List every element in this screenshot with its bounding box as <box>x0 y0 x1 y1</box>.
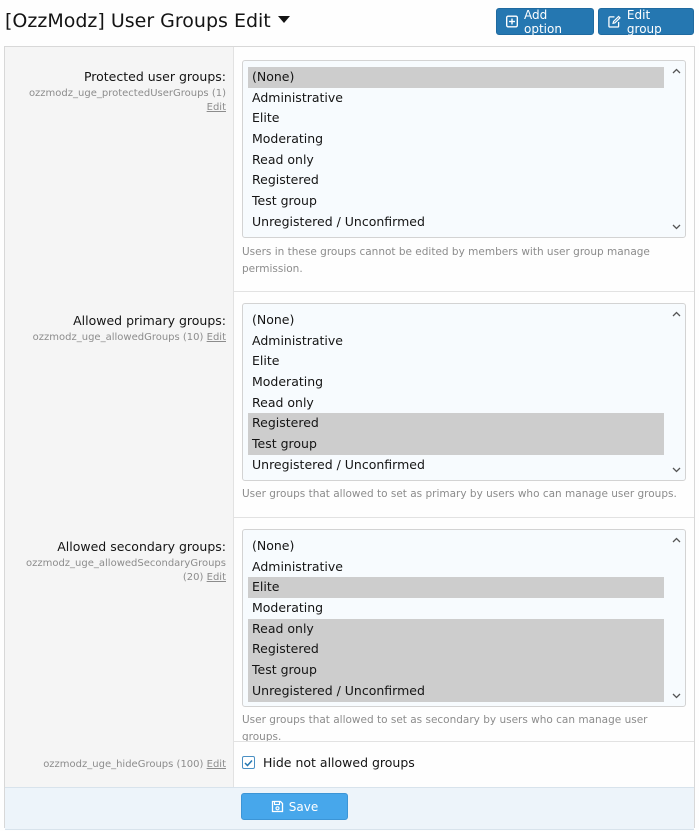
scroll-up-icon[interactable] <box>672 537 681 543</box>
select-option[interactable]: Read only <box>248 618 664 640</box>
scroll-down-icon[interactable] <box>672 467 681 473</box>
caret-down-icon[interactable] <box>277 16 290 23</box>
select-option[interactable]: Unregistered / Unconfirmed <box>248 455 664 476</box>
primary-groups-option-id: ozzmodz_uge_allowedGroups (10) Edit <box>32 332 226 343</box>
scrollbar[interactable] <box>668 61 685 237</box>
select-option[interactable]: Administrative <box>248 557 664 578</box>
protected-groups-option-id: ozzmodz_uge_protectedUserGroups (1) Edit <box>28 88 226 113</box>
select-option[interactable]: Unregistered / Unconfirmed <box>248 680 664 702</box>
hide-groups-option-id: ozzmodz_uge_hideGroups (100) Edit <box>43 759 226 770</box>
protected-groups-edit-link[interactable]: Edit <box>207 102 226 113</box>
secondary-groups-option-id: ozzmodz_uge_allowedSecondaryGroups (20) E… <box>25 558 226 583</box>
save-icon <box>271 800 283 813</box>
hide-groups-checkbox-row[interactable]: Hide not allowed groups <box>242 755 415 770</box>
select-option[interactable]: Moderating <box>248 598 664 619</box>
scroll-up-icon[interactable] <box>672 68 681 74</box>
protected-groups-label-block: Protected user groups: ozzmodz_uge_prote… <box>13 69 233 115</box>
page-title-text: [OzzModz] User Groups Edit <box>5 10 271 32</box>
select-option[interactable]: (None) <box>248 67 664 88</box>
row-divider <box>233 517 694 518</box>
edit-group-button[interactable]: Edit group <box>598 7 694 36</box>
select-option[interactable]: Elite <box>248 108 664 129</box>
select-option[interactable]: Administrative <box>248 331 664 352</box>
select-option[interactable]: Test group <box>248 191 664 212</box>
select-option[interactable]: Test group <box>248 660 664 681</box>
protected-groups-explain: Users in these groups cannot be edited b… <box>242 246 650 275</box>
secondary-groups-options: (None) Administrative Elite Moderating Read … <box>248 536 664 702</box>
select-option[interactable]: Registered <box>248 413 664 435</box>
select-option[interactable]: Moderating <box>248 129 664 150</box>
secondary-groups-select[interactable]: (None) Administrative Elite Moderating Read … <box>242 529 686 707</box>
hide-groups-checkbox-label[interactable]: Hide not allowed groups <box>263 755 415 770</box>
protected-groups-label: Protected user groups: <box>83 69 226 84</box>
select-option[interactable]: Elite <box>248 577 664 599</box>
primary-groups-label-block: Allowed primary groups: ozzmodz_uge_allo… <box>13 313 233 345</box>
plus-square-icon <box>506 15 518 28</box>
hide-groups-checkbox[interactable] <box>242 756 255 769</box>
protected-groups-select[interactable]: (None) Administrative Elite Moderating Read … <box>242 60 686 238</box>
protected-groups-options: (None) Administrative Elite Moderating Read … <box>248 67 664 233</box>
row-divider <box>233 291 694 292</box>
primary-groups-label: Allowed primary groups: <box>73 313 226 328</box>
save-button[interactable]: Save <box>241 793 348 820</box>
save-label: Save <box>288 799 319 814</box>
select-option[interactable]: Test group <box>248 434 664 455</box>
select-option[interactable]: (None) <box>248 536 664 557</box>
select-option[interactable]: Read only <box>248 150 664 171</box>
scroll-down-icon[interactable] <box>672 224 681 230</box>
hide-groups-edit-link[interactable]: Edit <box>207 759 226 770</box>
scrollbar[interactable] <box>668 530 685 706</box>
add-option-label: Add option <box>524 7 562 36</box>
select-option[interactable]: (None) <box>248 310 664 331</box>
page-header: [OzzModz] User Groups Edit Add option Ed… <box>0 0 699 46</box>
hide-groups-label-block: ozzmodz_uge_hideGroups (100) Edit <box>13 756 233 772</box>
scroll-up-icon[interactable] <box>672 311 681 317</box>
secondary-groups-label-block: Allowed secondary groups: ozzmodz_uge_al… <box>13 539 233 585</box>
select-option[interactable]: Administrative <box>248 88 664 109</box>
scroll-down-icon[interactable] <box>672 693 681 699</box>
select-option[interactable]: Registered <box>248 639 664 661</box>
select-option[interactable]: Read only <box>248 393 664 414</box>
primary-groups-edit-link[interactable]: Edit <box>207 332 226 343</box>
select-option[interactable]: Registered <box>248 170 664 191</box>
scrollbar[interactable] <box>668 304 685 480</box>
checkmark-icon <box>244 759 253 767</box>
edit-group-label: Edit group <box>626 7 662 36</box>
secondary-groups-label: Allowed secondary groups: <box>57 539 226 554</box>
primary-groups-select[interactable]: (None) Administrative Elite Moderating Read … <box>242 303 686 481</box>
row-divider <box>233 741 694 742</box>
primary-groups-explain: User groups that allowed to set as prima… <box>242 488 677 500</box>
label-column: Protected user groups: ozzmodz_uge_prote… <box>5 47 234 787</box>
add-option-button[interactable]: Add option <box>496 7 594 36</box>
secondary-groups-edit-link[interactable]: Edit <box>207 572 226 583</box>
submit-bar: Save <box>5 787 694 830</box>
select-option[interactable]: Elite <box>248 351 664 372</box>
edit-pencil-icon <box>608 15 621 28</box>
page-title[interactable]: [OzzModz] User Groups Edit <box>5 10 290 32</box>
primary-groups-options: (None) Administrative Elite Moderating Read … <box>248 310 664 476</box>
select-option[interactable]: Unregistered / Unconfirmed <box>248 212 664 233</box>
options-form: Protected user groups: ozzmodz_uge_prote… <box>4 46 695 830</box>
select-option[interactable]: Moderating <box>248 372 664 393</box>
